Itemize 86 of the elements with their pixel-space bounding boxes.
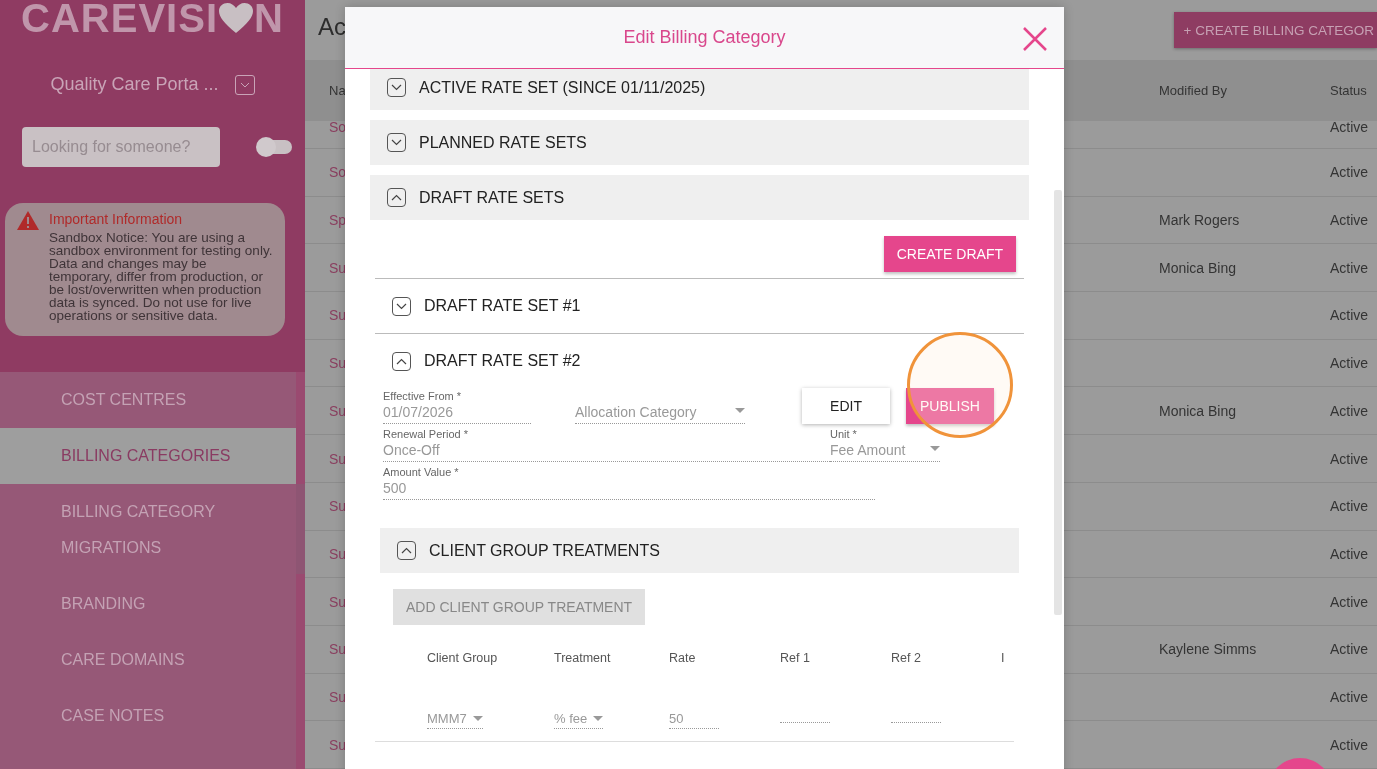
- page-title: Ac: [318, 13, 346, 41]
- table-cell: Su: [329, 402, 347, 419]
- table-cell: Su: [329, 450, 347, 467]
- column-header: Rate: [669, 650, 697, 667]
- table-cell: Active: [1330, 688, 1369, 705]
- chevron-up-icon[interactable]: [392, 351, 411, 371]
- nav-item[interactable]: CASE NOTES: [0, 688, 296, 744]
- column-header: Modified By: [1159, 82, 1227, 98]
- table-cell: Active: [1330, 212, 1369, 229]
- table-cell: Active: [1330, 259, 1369, 276]
- table-cell: Active: [1330, 593, 1369, 610]
- nav-item[interactable]: BRANDING: [0, 576, 296, 632]
- column-header: Na: [329, 82, 346, 98]
- select-field[interactable]: Allocation Category: [575, 402, 745, 424]
- table-cell: Active: [1330, 355, 1369, 372]
- table-cell: Su: [329, 736, 347, 753]
- table-cell: Active: [1330, 307, 1369, 324]
- section-header[interactable]: CLIENT GROUP TREATMENTS: [380, 528, 1019, 573]
- table-cell: Su: [329, 307, 347, 324]
- caret-icon: [735, 408, 745, 414]
- modal-title: Edit Billing Category: [623, 27, 786, 48]
- table-cell: Su: [329, 593, 347, 610]
- organisation-name: Quality Care Porta ...: [50, 74, 219, 95]
- table-cell: Active: [1330, 498, 1369, 515]
- table-cell: Active: [1330, 121, 1369, 134]
- create-draft-button[interactable]: CREATE DRAFT: [883, 236, 1016, 272]
- table-cell: Monica Bing: [1159, 402, 1237, 419]
- table-cell: So: [329, 121, 347, 134]
- section-header[interactable]: DRAFT RATE SETS: [370, 175, 1029, 220]
- chevron-down-icon[interactable]: [387, 133, 406, 152]
- chevron-down-icon[interactable]: [387, 78, 406, 97]
- select-field[interactable]: % fee: [554, 711, 604, 729]
- caret-icon: [472, 715, 483, 722]
- table-cell: Monica Bing: [1159, 259, 1237, 276]
- warning-icon: [17, 211, 39, 230]
- edit-button[interactable]: EDIT: [802, 388, 890, 424]
- table-cell: Active: [1330, 450, 1369, 467]
- table-cell: Mark Rogers: [1159, 212, 1240, 229]
- table-cell: Active: [1330, 545, 1369, 562]
- column-header: Treatment: [554, 650, 612, 667]
- table-cell: Su: [329, 259, 347, 276]
- nav-item[interactable]: COST CENTRES: [0, 372, 296, 428]
- column-header: Status: [1330, 82, 1367, 98]
- nav-item[interactable]: BILLING CATEGORY MIGRATIONS: [0, 484, 296, 576]
- input-field[interactable]: 50: [669, 711, 719, 729]
- table-cell: Su: [329, 641, 347, 658]
- table-cell: Active: [1330, 641, 1369, 658]
- section-header[interactable]: PLANNED RATE SETS: [370, 120, 1029, 165]
- nav-item[interactable]: CARE DOMAINS: [0, 632, 296, 688]
- table-cell: Active: [1330, 164, 1369, 181]
- notice-title: Important Information: [49, 211, 184, 227]
- table-cell: Su: [329, 498, 347, 515]
- caret-icon: [930, 446, 940, 452]
- table-cell: Active: [1330, 736, 1369, 753]
- table-cell: So: [329, 164, 347, 181]
- table-cell: Active: [1330, 402, 1369, 419]
- create-button[interactable]: + CREATE BILLING CATEGOR: [1173, 12, 1377, 48]
- chevron-down-icon[interactable]: [392, 296, 411, 316]
- chevron-up-icon[interactable]: [387, 188, 406, 207]
- close-icon[interactable]: [1022, 26, 1048, 52]
- chevron-up-icon[interactable]: [397, 541, 416, 560]
- notice-text: Sandbox Notice: You are using a sandbox environment for testing only. Data and changes may be temporary, differ from production, or be lost/overwritten when production data is synced. Do not use for live operations or sensitive data.: [49, 231, 273, 322]
- table-cell: Su: [329, 355, 347, 372]
- nav-item[interactable]: BILLING CATEGORIES: [0, 428, 296, 484]
- logo: CAREVISI N: [20, 0, 285, 38]
- table-cell: Su: [329, 545, 347, 562]
- column-header: Ref 2: [891, 650, 922, 667]
- table-cell: Sp: [329, 212, 347, 229]
- select-field[interactable]: Unit * Fee Amount: [830, 428, 940, 462]
- select-field[interactable]: MMM7: [427, 711, 483, 729]
- table-cell: Kaylene Simms: [1159, 641, 1257, 658]
- date-field[interactable]: Effective From * 01/07/2026: [383, 390, 531, 424]
- table-cell: Su: [329, 688, 347, 705]
- scrollbar[interactable]: [296, 372, 305, 769]
- toggle-switch[interactable]: [258, 140, 292, 154]
- input-field[interactable]: Amount Value * 500: [383, 466, 875, 500]
- section-header[interactable]: ACTIVE RATE SET (SINCE 01/11/2025): [370, 69, 1029, 110]
- input-field[interactable]: [780, 720, 830, 723]
- select-field[interactable]: Renewal Period * Once-Off: [383, 428, 830, 462]
- caret-icon: [593, 715, 604, 722]
- input-field[interactable]: [891, 720, 941, 723]
- publish-button[interactable]: PUBLISH: [906, 388, 994, 424]
- column-header: Client Group: [427, 650, 499, 667]
- draft-set-header[interactable]: DRAFT RATE SET #1: [375, 278, 1024, 333]
- column-header: I: [1001, 650, 1006, 667]
- column-header: Ref 1: [780, 650, 811, 667]
